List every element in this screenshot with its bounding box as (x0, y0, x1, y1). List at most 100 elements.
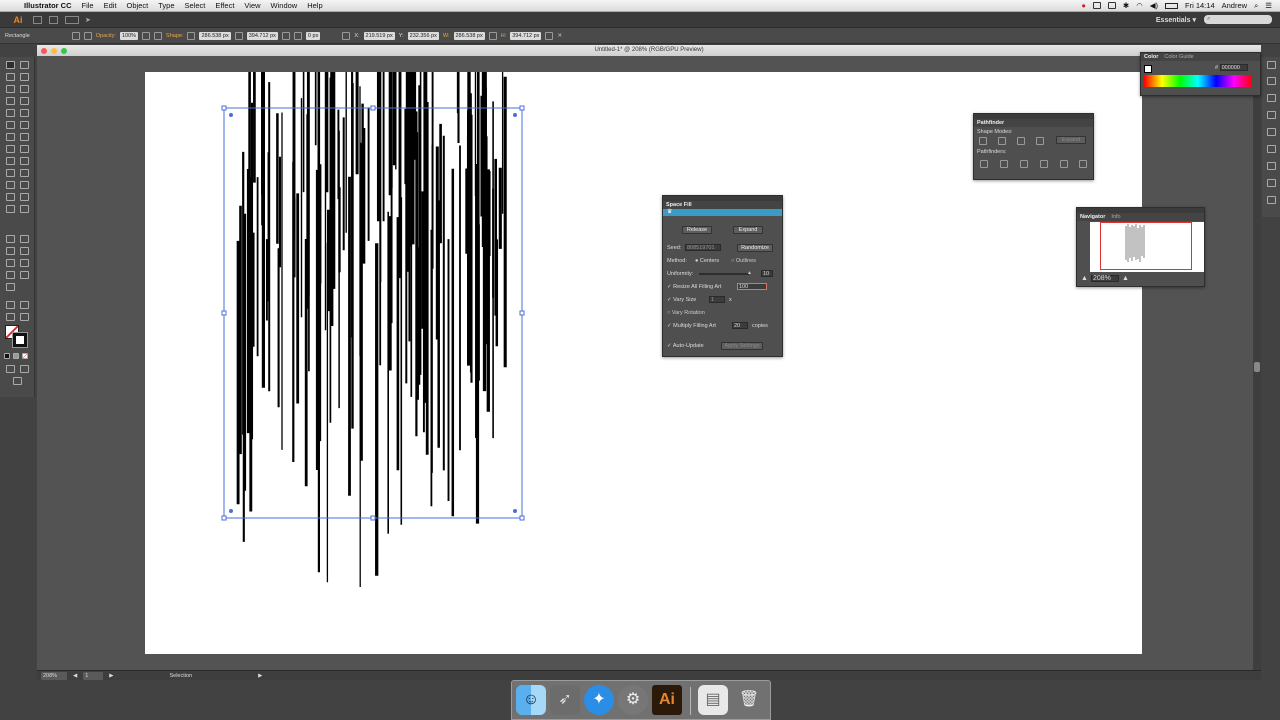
gpu-rocket-icon[interactable]: ➤ (85, 16, 91, 24)
pencil-tool-icon[interactable] (6, 121, 15, 129)
vertical-scrollbar-thumb[interactable] (1254, 362, 1260, 372)
color-panel-icon[interactable] (1267, 61, 1276, 69)
clock[interactable]: Fri 14:14 (1185, 1, 1215, 10)
stroke-weight-icon[interactable] (83, 31, 92, 40)
artboard-prev-icon[interactable]: ◀ (73, 673, 77, 679)
crop-icon[interactable] (1040, 160, 1048, 168)
color-mode-icon[interactable] (4, 353, 10, 359)
recolor-icon[interactable] (142, 31, 151, 40)
tab-info[interactable]: Info (1111, 214, 1120, 220)
artboard-next-icon[interactable]: ▶ (109, 673, 113, 679)
gradient-tool-icon[interactable] (20, 169, 29, 177)
w-field[interactable]: 286.538 px (453, 31, 485, 40)
align-icon[interactable] (154, 31, 163, 40)
layers-icon[interactable] (1267, 179, 1276, 187)
draw-mode-icon[interactable] (6, 365, 15, 373)
free-transform-tool-icon[interactable] (20, 145, 29, 153)
ruler-tool-icon[interactable] (6, 301, 15, 309)
shape-height-field[interactable]: 394.712 px (246, 31, 278, 40)
release-button[interactable]: Release (682, 226, 712, 234)
auto-update-checkbox[interactable]: ✓ Auto-Update (667, 343, 704, 349)
symbols-icon[interactable] (1267, 128, 1276, 136)
puppet-warp-tool-icon[interactable] (6, 271, 15, 279)
eyedropper-tool-icon[interactable] (6, 181, 15, 189)
multiply-checkbox[interactable]: ✓ Multiply Filling Art (667, 323, 716, 329)
hex-field[interactable]: # 000000 (1215, 64, 1248, 71)
status-menu-icon[interactable]: ▶ (258, 673, 262, 679)
vary-size-field[interactable]: 1 (709, 296, 725, 303)
outline-icon[interactable] (1060, 160, 1068, 168)
intersect-icon[interactable] (1017, 137, 1025, 145)
none-mode-icon[interactable] (22, 353, 28, 359)
magic-wand-tool-icon[interactable] (6, 73, 15, 81)
shape-builder-tool-icon[interactable] (6, 157, 15, 165)
constrain-link-icon[interactable] (488, 31, 497, 40)
menu-file[interactable]: File (82, 1, 94, 10)
selection-handle[interactable] (519, 310, 525, 316)
perspective-grid-tool-icon[interactable] (20, 157, 29, 165)
color-guide-icon[interactable] (1267, 77, 1276, 85)
selection-handle[interactable] (370, 515, 376, 521)
pen-tool-icon[interactable] (6, 85, 15, 93)
corner-widget[interactable] (513, 509, 517, 513)
tab-color[interactable]: Color (1144, 54, 1158, 60)
menu-view[interactable]: View (244, 1, 260, 10)
shape-label[interactable]: Shape: (166, 33, 183, 39)
resize-field[interactable]: 100 (737, 283, 767, 290)
tab-navigator[interactable]: Navigator (1080, 214, 1105, 220)
selection-handle[interactable] (221, 515, 227, 521)
pathfinder-title[interactable]: Pathfinder (977, 120, 1004, 126)
curvature-tool-icon[interactable] (20, 85, 29, 93)
corner-radius-icon[interactable] (293, 31, 302, 40)
scissors-tool-icon[interactable] (20, 247, 29, 255)
opacity-label[interactable]: Opacity: (96, 33, 116, 39)
minus-back-icon[interactable] (1079, 160, 1087, 168)
stroke-icon[interactable] (1267, 145, 1276, 153)
search-stock-input[interactable]: ⌕ (1204, 15, 1272, 24)
uniformity-slider-thumb[interactable]: ▲ (747, 270, 752, 276)
zoom-tool-icon[interactable] (20, 313, 29, 321)
divide-icon[interactable] (980, 160, 988, 168)
maximize-window-icon[interactable] (61, 48, 67, 54)
corner-type-icon[interactable] (281, 31, 290, 40)
bluetooth-icon[interactable]: ✱ (1123, 1, 1129, 10)
vary-rotation-checkbox[interactable]: ○ Vary Rotation (667, 310, 705, 316)
graph-tool-icon[interactable] (20, 193, 29, 201)
paintbrush-tool-icon[interactable] (20, 109, 29, 117)
stroke-swatch[interactable] (12, 332, 28, 348)
draw-mode-b-icon[interactable] (20, 365, 29, 373)
ellipse-tool-icon[interactable] (6, 235, 15, 243)
isolate-icon[interactable]: ✕ (557, 33, 562, 39)
corner-widget[interactable] (229, 113, 233, 117)
artboard-tool-icon[interactable] (6, 205, 15, 213)
centers-radio[interactable]: ● Centers (695, 258, 719, 264)
swatches-icon[interactable] (1267, 94, 1276, 102)
unite-icon[interactable] (979, 137, 987, 145)
menu-type[interactable]: Type (158, 1, 174, 10)
blob-brush-tool-icon[interactable] (20, 259, 29, 267)
resize-checkbox[interactable]: ✓ Resize All Filling Art (667, 284, 721, 290)
battery-icon[interactable] (1165, 2, 1179, 9)
randomize-button[interactable]: Randomize (737, 244, 773, 252)
multiply-field[interactable]: 20 (732, 322, 748, 329)
corner-widget[interactable] (513, 113, 517, 117)
navigator-zoom-field[interactable]: 208% (1090, 275, 1119, 282)
wifi-icon[interactable]: ◠ (1136, 1, 1143, 10)
width-tool-icon[interactable] (6, 145, 15, 153)
measure-tool-icon[interactable] (20, 301, 29, 309)
tab-color-guide[interactable]: Color Guide (1164, 54, 1193, 60)
color-spectrum[interactable] (1144, 75, 1252, 87)
zoom-in-icon[interactable]: ▲ (1122, 275, 1129, 282)
workspace-switcher[interactable]: Essentials ▾ (1156, 16, 1196, 24)
link-icon[interactable] (234, 31, 243, 40)
status-zoom[interactable]: 208% (41, 671, 67, 680)
menu-edit[interactable]: Edit (104, 1, 117, 10)
knife-tool-icon[interactable] (6, 247, 15, 255)
uniformity-slider[interactable]: ▲ (699, 270, 752, 276)
type-tool-icon[interactable] (6, 97, 15, 105)
pathfinder-expand-button[interactable]: Expand (1056, 136, 1086, 144)
direct-selection-tool-icon[interactable] (20, 61, 29, 69)
status-tool[interactable]: Selection (169, 673, 192, 679)
system-preferences-icon[interactable]: ⚙ (618, 685, 648, 715)
selection-handle[interactable] (221, 105, 227, 111)
